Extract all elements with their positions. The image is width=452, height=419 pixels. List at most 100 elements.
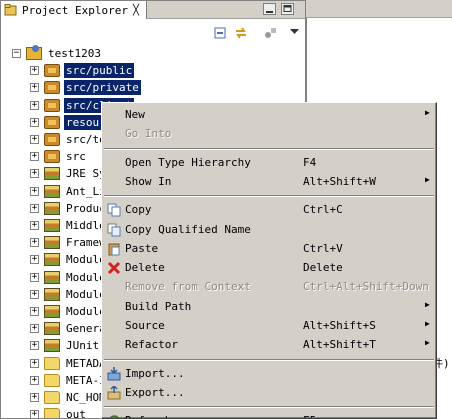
expand-icon[interactable]: + (30, 393, 39, 402)
menu-item-shortcut: Alt+Shift+W (303, 174, 376, 188)
menu-item-label: Import... (125, 366, 185, 380)
expand-icon[interactable]: + (30, 341, 39, 351)
paste-menu-item[interactable]: Paste Ctrl+V (104, 240, 434, 258)
source-folder-icon (44, 81, 60, 95)
menu-item-label: Export... (125, 385, 185, 399)
folder-icon (44, 408, 60, 418)
expand-icon[interactable]: + (30, 255, 39, 265)
expand-icon[interactable]: + (30, 83, 39, 93)
delete-icon (107, 261, 122, 275)
source-menu-item[interactable]: Source Alt+Shift+S ▶ (104, 317, 434, 335)
minimize-button[interactable] (263, 3, 276, 15)
collapse-all-button[interactable] (213, 26, 228, 40)
expand-icon[interactable]: + (30, 272, 39, 282)
view-toolbar (1, 19, 305, 45)
maximize-icon (283, 5, 292, 12)
menu-item-shortcut: Delete (303, 261, 343, 275)
library-icon (44, 270, 60, 284)
menu-item-label: Delete (125, 261, 165, 275)
view-menu-button[interactable] (287, 26, 302, 40)
export-menu-item[interactable]: Export... (104, 384, 434, 402)
show-in-menu-item[interactable]: Show In Alt+Shift+W ▶ (104, 173, 434, 191)
menu-separator (104, 358, 434, 361)
expand-icon[interactable]: + (30, 186, 39, 196)
menu-item-label: Copy (125, 203, 152, 217)
refactor-menu-item[interactable]: Refactor Alt+Shift+T ▶ (104, 336, 434, 354)
chevron-down-icon (290, 29, 299, 34)
expand-icon[interactable]: + (30, 324, 39, 334)
expand-icon[interactable]: + (30, 307, 39, 316)
expand-icon[interactable]: + (30, 221, 39, 230)
source-folder-icon (44, 64, 60, 78)
refresh-menu-item[interactable]: Refresh F5 (104, 412, 434, 418)
refresh-icon (107, 414, 122, 418)
expand-icon[interactable]: + (30, 135, 39, 144)
collapse-icon[interactable]: − (12, 49, 21, 58)
expand-icon[interactable]: + (30, 238, 39, 248)
library-icon (44, 201, 60, 215)
menu-item-shortcut: Alt+Shift+S (303, 319, 376, 332)
menu-item-label: Remove from Context (125, 280, 251, 294)
menu-item-label: Refactor (125, 338, 178, 352)
link-with-editor-icon (236, 27, 246, 39)
submenu-arrow-icon: ▶ (425, 174, 430, 184)
library-icon (44, 339, 60, 353)
expand-icon[interactable]: + (30, 100, 39, 110)
expand-icon[interactable]: + (30, 117, 39, 127)
maximize-button[interactable] (281, 3, 294, 15)
menu-separator (104, 147, 434, 150)
menu-item-shortcut: Ctrl+V (303, 241, 343, 255)
library-icon (44, 322, 60, 336)
build-path-menu-item[interactable]: Build Path ▶ (104, 298, 434, 316)
delete-menu-item[interactable]: Delete Delete (104, 259, 434, 277)
collapse-all-icon (214, 27, 226, 39)
tree-row[interactable]: − test1203 (1, 45, 305, 62)
import-icon (107, 366, 122, 381)
open-type-hierarchy-menu-item[interactable]: Open Type Hierarchy F4 (104, 154, 434, 172)
library-icon (44, 184, 60, 198)
menu-item-label: Go Into (125, 127, 172, 141)
menu-item-label: Refresh (125, 414, 171, 418)
tree-item-label: src (66, 150, 86, 164)
library-icon (44, 236, 60, 250)
expand-icon[interactable]: + (30, 152, 39, 162)
project-explorer-icon (4, 4, 17, 16)
submenu-arrow-icon: ▶ (425, 319, 430, 328)
filters-button[interactable] (263, 26, 278, 40)
expand-icon[interactable]: + (30, 203, 39, 213)
expand-icon[interactable]: + (30, 289, 39, 299)
project-explorer-tab[interactable]: Project Explorer ╳ (1, 1, 147, 19)
copy-icon (107, 203, 122, 217)
new-menu-item[interactable]: New ▶ (104, 106, 434, 124)
expand-icon[interactable]: + (30, 66, 39, 76)
submenu-arrow-icon: ▶ (425, 299, 430, 309)
menu-item-label: Show In (125, 174, 172, 188)
menu-item-label: Source (125, 319, 165, 332)
minimize-icon (266, 11, 273, 13)
link-with-editor-button[interactable] (234, 26, 249, 40)
submenu-arrow-icon: ▶ (425, 108, 430, 117)
menu-item-shortcut: Alt+Shift+T (303, 338, 376, 352)
context-menu: New ▶ Go Into Open Type Hierarchy F4 Show In A… (101, 102, 437, 419)
tree-item-label: out (66, 408, 86, 419)
expand-icon[interactable]: + (30, 375, 39, 385)
menu-item-shortcut: F5 (303, 414, 316, 418)
copy-qualified-name-menu-item[interactable]: Copy Qualified Name (104, 221, 434, 239)
tree-row[interactable]: + src/private (1, 79, 305, 96)
close-icon[interactable]: ╳ (133, 5, 139, 16)
filters-icon (265, 28, 276, 38)
tree-item-label: src/private (64, 80, 141, 96)
copy-menu-item[interactable]: Copy Ctrl+C (104, 201, 434, 219)
menu-item-label: Build Path (125, 299, 192, 313)
view-tab-bar: Project Explorer ╳ (1, 1, 305, 19)
go-into-menu-item: Go Into (104, 125, 434, 143)
copy-qualified-icon (107, 223, 122, 237)
expand-icon[interactable]: + (30, 358, 39, 368)
project-icon (26, 45, 42, 60)
expand-icon[interactable]: + (30, 169, 39, 179)
folder-icon (44, 373, 60, 387)
expand-icon[interactable]: + (30, 410, 39, 418)
import-menu-item[interactable]: Import... (104, 365, 434, 383)
menu-item-shortcut: Ctrl+C (303, 203, 343, 217)
tree-row[interactable]: + src/public (1, 62, 305, 79)
